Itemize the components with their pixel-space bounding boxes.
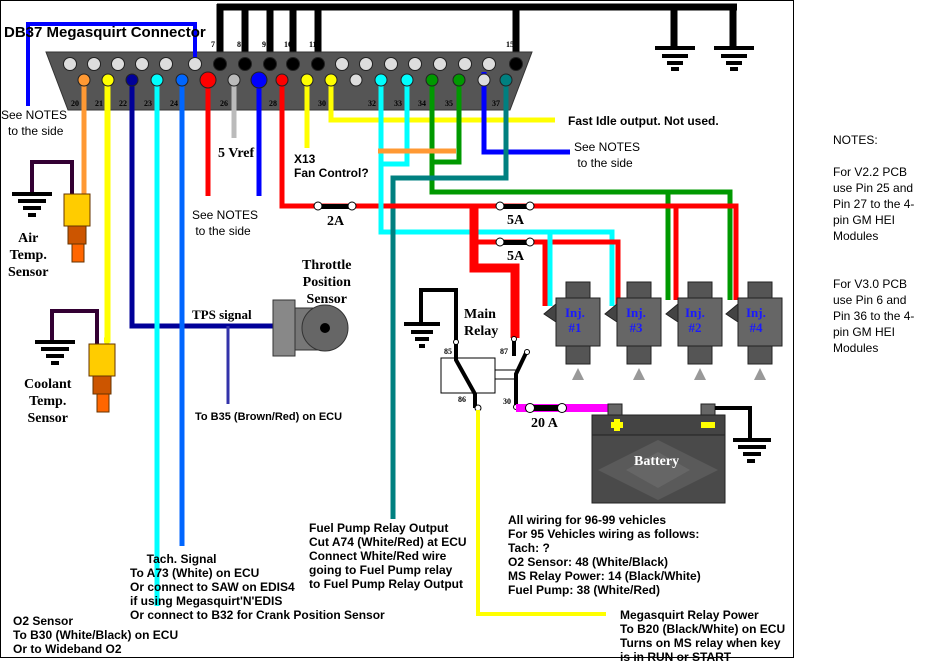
connector-pin-bottom: [324, 73, 338, 87]
connector-pin-bottom: [250, 71, 268, 89]
connector-pin-bottom: [199, 71, 217, 89]
fuse-5a-top-label: 5A: [507, 213, 525, 228]
connector-pin-top: [286, 57, 300, 71]
fuse-5a-bottom: [495, 237, 535, 247]
connector-pin-top: [63, 57, 77, 71]
pin-label-7: 7: [211, 40, 215, 49]
injector-2-label: Inj. #2: [685, 305, 705, 335]
fuse-5a-top: [495, 201, 535, 211]
pin-label-21: 21: [95, 99, 103, 108]
connector-pin-top: [87, 57, 101, 71]
connector-pin-top: [135, 57, 149, 71]
pin-label-20: 20: [71, 99, 79, 108]
connector-pin-bottom: [275, 73, 289, 87]
connector-pin-bottom: [400, 73, 414, 87]
connector-pin-bottom: [477, 73, 491, 87]
air-temp-label: Air Temp. Sensor: [8, 231, 49, 280]
fuse-5a-bottom-label: 5A: [507, 249, 525, 264]
connector-pin-top: [188, 57, 202, 71]
connector-pin-top: [111, 57, 125, 71]
connector-title: DB37 Megasquirt Connector: [4, 24, 206, 41]
fuse-2a: [313, 201, 357, 211]
pin-label-33: 33: [394, 99, 402, 108]
connector-pin-bottom: [227, 73, 241, 87]
connector-pin-top: [238, 57, 252, 71]
wire-pin-36-teal: [390, 80, 509, 519]
fuse-2a-label: 2A: [327, 214, 345, 229]
tps-b35-label: To B35 (Brown/Red) on ECU: [195, 411, 343, 423]
connector-pin-top: [359, 57, 373, 71]
main-relay-label: Main Relay: [464, 307, 499, 339]
connector-pin-top: [213, 57, 227, 71]
relay-pin-87: 87: [500, 347, 508, 356]
notes-panel: NOTES: For V2.2 PCB use Pin 25 and Pin 2…: [833, 133, 915, 355]
connector-pin-bottom: [425, 73, 439, 87]
connector-pin-top: [408, 57, 422, 71]
tps-title: Throttle Position Sensor: [302, 258, 352, 307]
relay-pin-86: 86: [458, 395, 466, 404]
vref-label: 5 Vref: [218, 146, 255, 161]
injector-1-label: Inj. #1: [565, 305, 585, 335]
ground-symbol-top-1: [655, 46, 695, 71]
pin-label-28: 28: [269, 99, 277, 108]
pin-label-35: 35: [445, 99, 453, 108]
connector-pin-top: [509, 57, 523, 71]
pin-label-37: 37: [492, 99, 500, 108]
injector-3-label: Inj. #3: [626, 305, 646, 335]
tach-note: Tach. Signal To A73 (White) on ECU Or co…: [130, 552, 385, 622]
pin-label-11: 11: [309, 40, 317, 49]
pin-label-34: 34: [418, 99, 426, 108]
vehicle-wiring-note: All wiring for 96-99 vehicles For 95 Veh…: [508, 513, 701, 597]
connector-pin-bottom: [349, 73, 363, 87]
coolant-temp-label: Coolant Temp. Sensor: [24, 377, 72, 426]
pin-label-26: 26: [220, 99, 228, 108]
pin-label-24: 24: [170, 99, 178, 108]
connector-pin-bottom: [300, 73, 314, 87]
relay-pin-30: 30: [503, 397, 511, 406]
connector-pin-top: [159, 57, 173, 71]
relay-pin-85: 85: [444, 347, 452, 356]
connector-pin-top: [482, 57, 496, 71]
connector-pin-top: [384, 57, 398, 71]
see-notes-left: See NOTES to the side: [1, 108, 68, 138]
connector-pin-bottom: [175, 73, 189, 87]
ms-relay-power-note: Megasquirt Relay Power To B20 (Black/Whi…: [620, 608, 786, 664]
connector-pin-bottom: [499, 73, 513, 87]
connector-pin-bottom: [374, 73, 388, 87]
pin-label-23: 23: [144, 99, 152, 108]
fuse-20a-label: 20 A: [531, 416, 558, 431]
connector-pin-top: [311, 57, 325, 71]
connector-pin-top: [335, 57, 349, 71]
see-notes-right: See NOTES to the side: [574, 140, 641, 170]
see-notes-middle: See NOTES to the side: [192, 208, 259, 238]
throttle-position-sensor: [272, 299, 349, 357]
o2-note: O2 Sensor To B30 (White/Black) on ECU Or…: [13, 614, 179, 656]
pin-label-30: 30: [318, 99, 326, 108]
connector-pin-bottom: [101, 73, 115, 87]
connector-pin-bottom: [150, 73, 164, 87]
injector-4-label: Inj. #4: [746, 305, 766, 335]
battery: [591, 403, 771, 504]
tps-signal-label: TPS signal: [192, 307, 252, 322]
pin-label-8: 8: [237, 40, 241, 49]
connector-pin-top: [433, 57, 447, 71]
ground-symbol-top-2: [714, 46, 754, 71]
connector-pin-top: [263, 57, 277, 71]
connector-pin-bottom: [77, 73, 91, 87]
battery-label: Battery: [634, 454, 680, 469]
connector-pin-bottom: [452, 73, 466, 87]
pin-label-22: 22: [119, 99, 127, 108]
connector-pin-bottom: [125, 73, 139, 87]
fast-idle-label: Fast Idle output. Not used.: [568, 114, 719, 128]
connector-pin-top: [458, 57, 472, 71]
pin-label-32: 32: [368, 99, 376, 108]
pin-label-10: 10: [284, 40, 292, 49]
pin-label-9: 9: [262, 40, 266, 49]
wire-pin-22: [129, 80, 273, 329]
fan-control-label: X13 Fan Control?: [294, 152, 369, 180]
pin-label-15: 15: [506, 40, 514, 49]
